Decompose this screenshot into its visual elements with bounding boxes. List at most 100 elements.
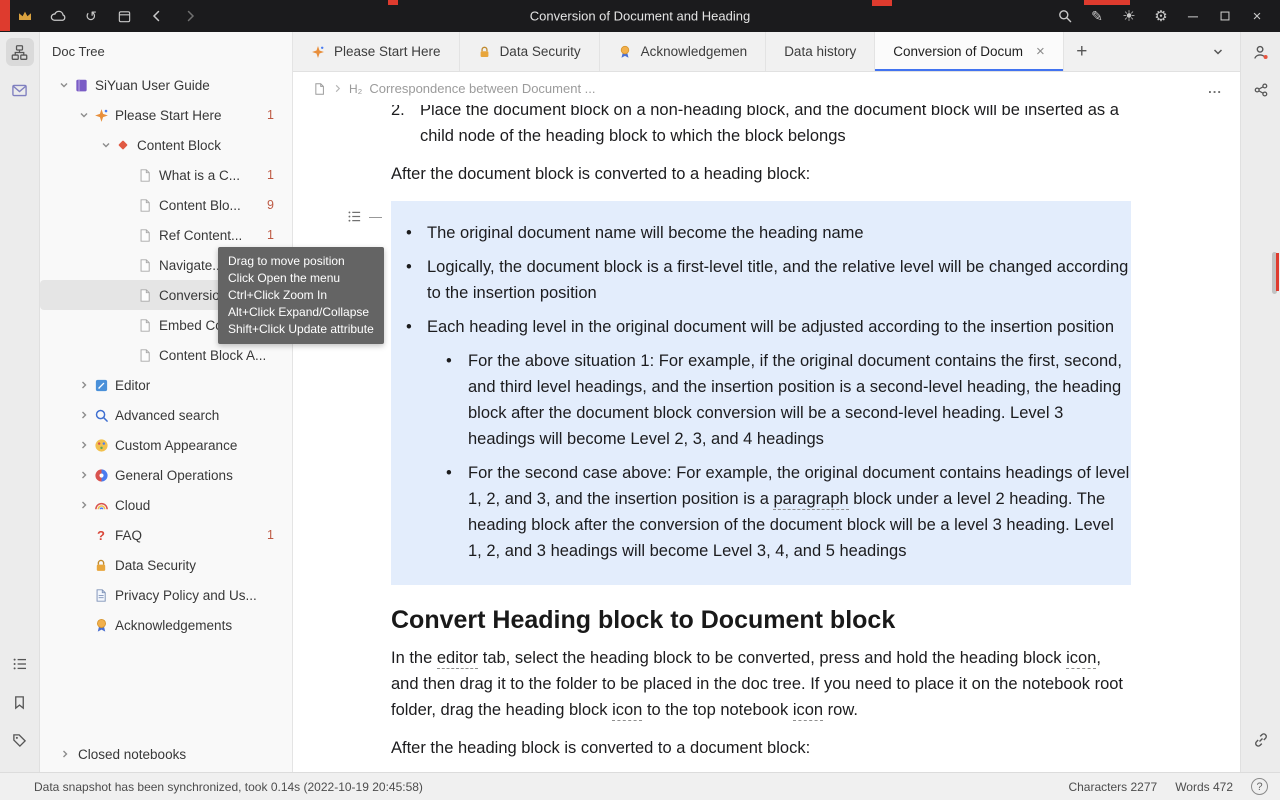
block-ref-link[interactable]: paragraph xyxy=(773,490,848,510)
operations-icon xyxy=(92,468,110,483)
doc-tree-dock-button[interactable] xyxy=(6,38,34,66)
tab-label: Please Start Here xyxy=(334,44,441,59)
breadcrumb-more-button[interactable]: ... xyxy=(1208,81,1222,96)
maximize-button[interactable] xyxy=(1216,7,1234,25)
list-item[interactable]: Logically, the document block is a first… xyxy=(391,254,1131,306)
inbox-mail-icon[interactable] xyxy=(6,76,34,104)
breadcrumb-heading-level[interactable]: H₂ xyxy=(349,82,362,96)
block-ref-link[interactable]: icon xyxy=(612,701,642,721)
sync-cloud-icon[interactable] xyxy=(49,7,67,25)
breadcrumb-chevron-icon xyxy=(333,84,342,93)
tag-icon[interactable] xyxy=(6,726,34,754)
link-icon[interactable] xyxy=(1247,726,1275,754)
tree-item-doc[interactable]: Content Block A... xyxy=(40,340,292,370)
tree-item-doc[interactable]: Content Blo... 9 xyxy=(40,190,292,220)
outline-icon[interactable] xyxy=(6,650,34,678)
tabbar-spacer xyxy=(1100,32,1196,71)
back-icon[interactable] xyxy=(148,7,166,25)
tree-item-label: Content Block xyxy=(137,138,221,153)
tree-item-custom-appearance[interactable]: Custom Appearance xyxy=(40,430,292,460)
chevron-right-icon[interactable] xyxy=(76,470,92,480)
account-button[interactable] xyxy=(1247,38,1275,66)
list-item[interactable]: Each heading level in the original docum… xyxy=(391,314,1131,340)
new-tab-button[interactable]: + xyxy=(1064,32,1100,71)
file-icon xyxy=(136,318,154,333)
tree-item-general-operations[interactable]: General Operations xyxy=(40,460,292,490)
block-ref-link[interactable]: editor xyxy=(437,649,478,669)
tab-data-security[interactable]: Data Security xyxy=(460,32,600,71)
chevron-down-icon[interactable] xyxy=(56,80,72,90)
doc-icon[interactable] xyxy=(313,82,326,96)
doc-count-badge: 9 xyxy=(259,198,274,212)
breadcrumb-heading-title[interactable]: Correspondence between Document ... xyxy=(369,81,595,96)
forward-icon[interactable] xyxy=(181,7,199,25)
editor[interactable]: — 2. Place the document block on a non-h… xyxy=(293,105,1240,772)
medal-icon xyxy=(618,45,632,59)
nested-list-item[interactable]: For the above situation 1: For example, … xyxy=(391,348,1131,452)
notebook-icon xyxy=(72,78,90,93)
titlebar-left-buttons: ↺ xyxy=(0,7,199,25)
tree-item-faq[interactable]: ? FAQ 1 xyxy=(40,520,292,550)
app-body: Doc Tree SiYuan User Guide Please Start … xyxy=(0,32,1280,772)
tree-item-please-start-here[interactable]: Please Start Here 1 xyxy=(40,100,292,130)
closed-notebooks-toggle[interactable]: Closed notebooks xyxy=(40,736,292,772)
tab-conversion-active[interactable]: Conversion of Docum × xyxy=(875,32,1064,71)
close-button[interactable]: × xyxy=(1248,7,1266,25)
tab-list-chevron-button[interactable] xyxy=(1196,32,1240,71)
block-gutter: — xyxy=(347,209,382,224)
tree-item-label: Data Security xyxy=(115,558,196,573)
file-icon xyxy=(136,198,154,213)
chevron-down-icon[interactable] xyxy=(98,140,114,150)
minimize-button[interactable]: ─ xyxy=(1184,7,1202,25)
tree-item-editor[interactable]: Editor xyxy=(40,370,292,400)
chevron-right-icon[interactable] xyxy=(76,500,92,510)
relation-graph-icon[interactable] xyxy=(1247,76,1275,104)
tree-item-content-block[interactable]: Content Block xyxy=(40,130,292,160)
edit-pencil-icon[interactable]: ✎ xyxy=(1088,7,1106,25)
numbered-list-item[interactable]: 2. Place the document block on a non-hea… xyxy=(391,105,1131,149)
paragraph[interactable]: In the editor tab, select the heading bl… xyxy=(391,645,1131,723)
tree-item-label: Please Start Here xyxy=(115,108,222,123)
tree-item-doc[interactable]: What is a C... 1 xyxy=(40,160,292,190)
drag-handle-icon[interactable]: — xyxy=(369,209,382,224)
daily-note-icon[interactable] xyxy=(115,7,133,25)
tab-acknowledgements[interactable]: Acknowledgemen xyxy=(600,32,767,71)
tree-item-privacy-policy[interactable]: Privacy Policy and Us... xyxy=(40,580,292,610)
chevron-right-icon[interactable] xyxy=(76,440,92,450)
chevron-down-icon[interactable] xyxy=(76,110,92,120)
tree-item-label: Cloud xyxy=(115,498,150,513)
block-ref-link[interactable]: icon xyxy=(793,701,823,721)
block-ref-link[interactable]: icon xyxy=(1066,649,1096,669)
bookmark-icon[interactable] xyxy=(6,688,34,716)
doc-count-badge: 1 xyxy=(259,168,274,182)
list-item[interactable]: The original document name will become t… xyxy=(391,220,1131,246)
tree-item-cloud[interactable]: Cloud xyxy=(40,490,292,520)
search-icon[interactable] xyxy=(1056,7,1074,25)
settings-gear-icon[interactable]: ⚙ xyxy=(1152,7,1170,25)
help-button[interactable]: ? xyxy=(1251,778,1268,795)
nested-list-item[interactable]: For the second case above: For example, … xyxy=(391,460,1131,564)
history-icon[interactable]: ↺ xyxy=(82,7,100,25)
paragraph[interactable]: After the heading block is converted to … xyxy=(391,735,1131,761)
tab-close-icon[interactable]: × xyxy=(1036,43,1045,60)
tree-item-acknowledgements[interactable]: Acknowledgements xyxy=(40,610,292,640)
section-heading[interactable]: Convert Heading block to Document block xyxy=(391,607,1131,633)
paragraph[interactable]: After the document block is converted to… xyxy=(391,161,1131,187)
tab-data-history[interactable]: Data history xyxy=(766,32,875,71)
document-content: 2. Place the document block on a non-hea… xyxy=(391,105,1131,761)
selected-list-block[interactable]: The original document name will become t… xyxy=(391,201,1131,585)
tooltip-line: Shift+Click Update attribute xyxy=(228,321,374,338)
tree-item-label: Custom Appearance xyxy=(115,438,237,453)
tree-item-advanced-search[interactable]: Advanced search xyxy=(40,400,292,430)
tree-item-doc[interactable]: Ref Content... 1 xyxy=(40,220,292,250)
bulleted-list-gutter-icon[interactable] xyxy=(347,209,362,224)
chevron-right-icon[interactable] xyxy=(76,380,92,390)
tooltip-line: Click Open the menu xyxy=(228,270,374,287)
tree-item-notebook[interactable]: SiYuan User Guide xyxy=(40,70,292,100)
tab-please-start-here[interactable]: Please Start Here xyxy=(293,32,460,71)
workspace-crown-icon[interactable] xyxy=(16,7,34,25)
tree-item-data-security[interactable]: Data Security xyxy=(40,550,292,580)
chevron-right-icon[interactable] xyxy=(76,410,92,420)
main-area: Please Start Here Data Security Acknowle… xyxy=(293,32,1240,772)
theme-sun-icon[interactable]: ☀ xyxy=(1120,7,1138,25)
